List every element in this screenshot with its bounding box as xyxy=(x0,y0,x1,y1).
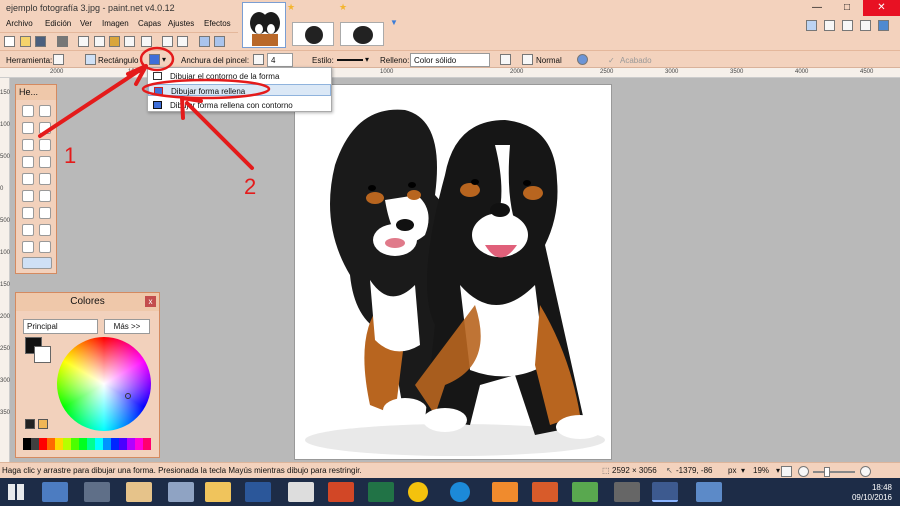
taskbar-app-icon[interactable] xyxy=(168,482,194,502)
taskbar-app-icon[interactable] xyxy=(126,482,152,502)
chrome-icon[interactable] xyxy=(408,482,428,502)
image-size: 2592 × 3056 xyxy=(612,466,657,475)
windows-start-icon[interactable] xyxy=(8,484,24,500)
microphone-icon[interactable] xyxy=(614,482,640,502)
size-icon: ⬚ xyxy=(602,466,610,475)
media-icon[interactable] xyxy=(492,482,518,502)
status-hint: Haga clic y arrastre para dibujar una fo… xyxy=(2,466,362,475)
zoom-out-icon[interactable] xyxy=(798,466,809,477)
taskbar: 18:48 09/10/2016 xyxy=(0,478,900,506)
status-bar: Haga clic y arrastre para dibujar una fo… xyxy=(0,462,900,478)
taskbar-app-icon[interactable] xyxy=(42,482,68,502)
edge-icon[interactable] xyxy=(450,482,470,502)
app-icon[interactable] xyxy=(532,482,558,502)
excel-icon[interactable] xyxy=(368,482,394,502)
fit-window-icon[interactable] xyxy=(781,466,792,477)
cursor-icon: ↖ xyxy=(666,466,673,475)
pdf-icon[interactable] xyxy=(288,482,314,502)
cursor-position: -1379, -86 xyxy=(676,466,713,475)
clock-time: 18:48 xyxy=(871,483,892,492)
zoom-slider[interactable] xyxy=(813,471,855,473)
zoom-value[interactable]: 19% xyxy=(753,466,769,475)
red-annotations xyxy=(38,46,271,170)
powerpoint-icon[interactable] xyxy=(328,482,354,502)
annotation-number-1: 1 xyxy=(64,143,77,168)
clock[interactable]: 18:48 09/10/2016 xyxy=(852,483,892,503)
file-explorer-icon[interactable] xyxy=(205,482,231,502)
taskbar-app-icon[interactable] xyxy=(84,482,110,502)
paintnet-task-icon[interactable] xyxy=(652,482,678,502)
annotation-number-2: 2 xyxy=(244,174,257,199)
layers-app-icon[interactable] xyxy=(572,482,598,502)
zoom-in-icon[interactable] xyxy=(860,466,871,477)
unit-select[interactable]: px xyxy=(728,466,736,475)
zoom-chevron-icon[interactable]: ▾ xyxy=(776,466,780,475)
taskbar-app-icon[interactable] xyxy=(696,482,722,502)
clock-date: 09/10/2016 xyxy=(851,493,892,502)
zoom-slider-thumb[interactable] xyxy=(824,467,830,477)
word-icon[interactable] xyxy=(245,482,271,502)
unit-chevron-icon[interactable]: ▾ xyxy=(741,466,745,475)
